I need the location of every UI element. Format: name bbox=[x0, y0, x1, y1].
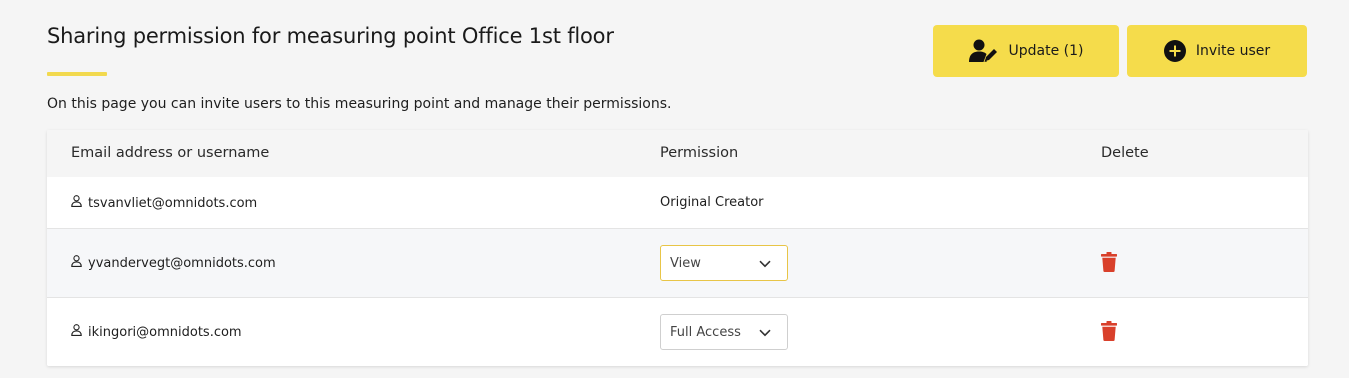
invite-user-button-label: Invite user bbox=[1195, 43, 1271, 59]
user-email: yvandervegt@omnidots.com bbox=[88, 255, 276, 271]
update-button-label: Update (1) bbox=[1008, 43, 1084, 59]
user-icon bbox=[71, 195, 82, 211]
user-email: tsvanvliet@omnidots.com bbox=[88, 195, 258, 211]
email-cell: ikingori@omnidots.com bbox=[71, 324, 242, 340]
trash-icon bbox=[1101, 321, 1117, 341]
user-icon bbox=[71, 324, 82, 340]
invite-user-button[interactable]: Invite user bbox=[1127, 25, 1307, 77]
column-header-permission: Permission bbox=[660, 145, 739, 161]
user-edit-icon bbox=[968, 39, 999, 63]
sharing-permission-page: Sharing permission for measuring point O… bbox=[0, 0, 1349, 378]
column-header-delete: Delete bbox=[1101, 145, 1149, 161]
user-email: ikingori@omnidots.com bbox=[88, 324, 242, 340]
delete-button[interactable] bbox=[1101, 321, 1117, 345]
permission-select-value: View bbox=[670, 255, 701, 271]
table-row: yvandervegt@omnidots.com View bbox=[47, 229, 1308, 298]
email-cell: tsvanvliet@omnidots.com bbox=[71, 195, 257, 211]
chevron-down-icon bbox=[759, 326, 771, 341]
table-row: tsvanvliet@omnidots.com Original Creator bbox=[47, 177, 1308, 229]
user-icon bbox=[71, 255, 82, 271]
permission-select[interactable]: Full Access bbox=[660, 314, 788, 350]
column-header-email: Email address or username bbox=[71, 145, 270, 161]
plus-circle-icon bbox=[1163, 40, 1186, 62]
page-title: Sharing permission for measuring point O… bbox=[47, 24, 614, 48]
permission-select-value: Full Access bbox=[670, 324, 741, 340]
permission-select[interactable]: View bbox=[660, 245, 788, 281]
permissions-table: Email address or username Permission Del… bbox=[47, 130, 1308, 366]
update-button[interactable]: Update (1) bbox=[933, 25, 1119, 77]
table-row: ikingori@omnidots.com Full Access bbox=[47, 298, 1308, 366]
trash-icon bbox=[1101, 252, 1117, 272]
permission-label: Original Creator bbox=[660, 195, 764, 210]
page-description: On this page you can invite users to thi… bbox=[47, 96, 672, 112]
table-header: Email address or username Permission Del… bbox=[47, 130, 1308, 177]
delete-button[interactable] bbox=[1101, 252, 1117, 276]
email-cell: yvandervegt@omnidots.com bbox=[71, 255, 276, 271]
title-underline bbox=[47, 72, 107, 76]
chevron-down-icon bbox=[759, 257, 771, 272]
